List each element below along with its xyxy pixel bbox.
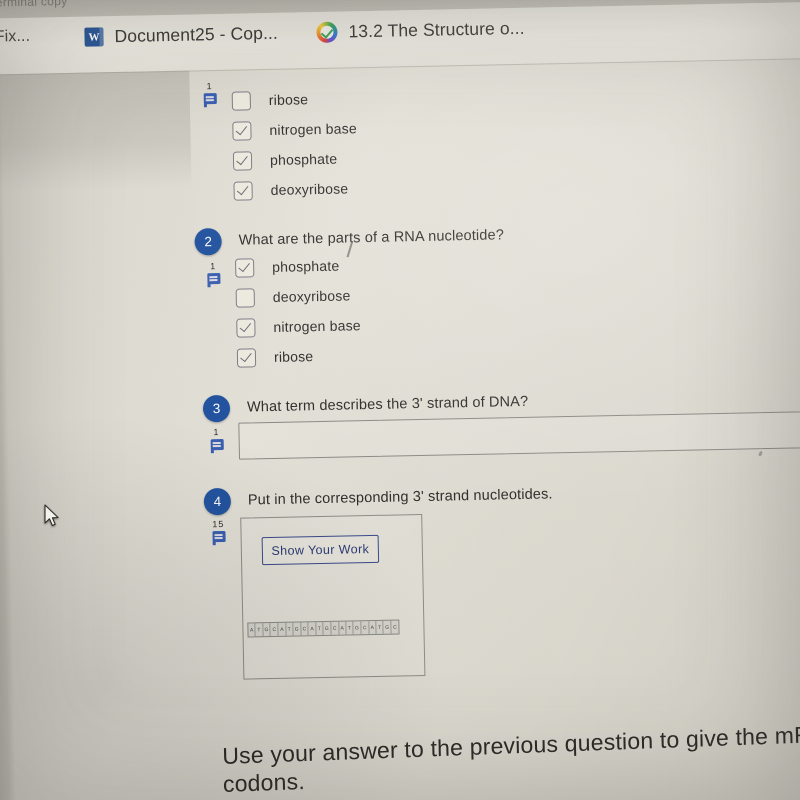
strand-cell[interactable]: G <box>323 621 332 636</box>
question-1: 1 ribose nitrogen base phosphate deoxyri… <box>191 70 800 206</box>
browser-tab-3[interactable]: 13.2 The Structure o... <box>316 17 525 44</box>
comment-icon[interactable] <box>210 438 224 454</box>
strand-cell[interactable]: G <box>383 620 392 634</box>
checkbox[interactable] <box>236 347 257 368</box>
strand-cell[interactable]: G <box>353 621 362 635</box>
question-2-points: 1 <box>201 261 225 288</box>
show-your-work-button[interactable]: Show Your Work <box>261 534 380 566</box>
question-4-text: Put in the corresponding 3' strand nucle… <box>247 486 553 509</box>
question-3-answer-input[interactable] <box>238 408 800 460</box>
word-icon: W <box>84 27 104 47</box>
checkbox[interactable] <box>235 287 255 308</box>
checkbox[interactable] <box>236 317 256 338</box>
screen-shadow-overlay <box>0 70 192 193</box>
question-4-points: 15 <box>206 519 230 546</box>
question-3-points: 1 <box>204 427 228 454</box>
mouse-cursor-icon <box>44 504 59 527</box>
question-3-text: What term describes the 3' strand of DNA… <box>246 393 529 416</box>
strand-cell[interactable]: G <box>293 622 302 636</box>
quiz-ring-icon <box>316 21 338 44</box>
browser-tab-3-label: 13.2 The Structure o... <box>348 17 525 42</box>
comment-icon[interactable] <box>203 93 217 108</box>
question-1-choices: ribose nitrogen base phosphate deoxyribo… <box>231 70 800 206</box>
checkbox[interactable] <box>234 257 255 278</box>
browser-tab-1[interactable]: w to Fix... <box>0 28 30 47</box>
browser-tab-1-label: w to Fix... <box>0 27 31 46</box>
checkbox[interactable] <box>232 120 252 141</box>
browser-tab-2-label: Document25 - Cop... <box>114 22 279 47</box>
comment-icon[interactable] <box>211 530 226 546</box>
question-2-number: 2 <box>194 227 222 256</box>
question-4-number: 4 <box>203 487 232 516</box>
checkbox[interactable] <box>232 150 253 171</box>
computer-screen: erminal copy w to Fix... W Document25 - … <box>0 0 800 800</box>
checkbox[interactable] <box>231 90 252 111</box>
strand-cell[interactable]: C <box>391 620 398 633</box>
comment-icon[interactable] <box>206 273 221 288</box>
question-1-points: 1 <box>197 81 221 108</box>
partial-window-title: erminal copy <box>0 0 68 10</box>
question-4-work-panel: Show Your Work A T G C A T G C A T G C A… <box>240 513 426 680</box>
question-2: 2 What are the parts of a RNA nucleotide… <box>194 216 800 373</box>
quiz-content: 1 ribose nitrogen base phosphate deoxyri… <box>191 70 800 682</box>
question-3: 3 What term describes the 3' strand of D… <box>198 383 800 460</box>
question-2-choices: phosphate deoxyribose nitrogen base ribo… <box>234 237 800 373</box>
screen-left-edge-band <box>0 74 17 800</box>
question-4: 4 Put in the corresponding 3' strand nuc… <box>200 476 800 680</box>
strand-table[interactable]: A T G C A T G C A T G C A T G C A T G C <box>247 619 400 638</box>
screen-photo: erminal copy w to Fix... W Document25 - … <box>0 0 800 800</box>
strand-cell[interactable]: G <box>262 623 272 637</box>
browser-tab-2[interactable]: W Document25 - Cop... <box>84 23 278 48</box>
question-3-number: 3 <box>202 394 231 423</box>
checkbox[interactable] <box>233 180 253 201</box>
